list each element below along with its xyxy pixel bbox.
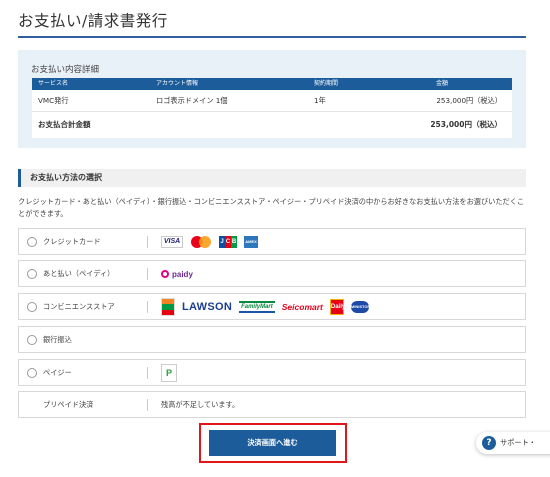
paidy-mark-icon <box>161 270 169 278</box>
ministop-logo: MINISTOP <box>350 301 370 313</box>
payment-method-section-header: お支払い方法の選択 <box>18 169 526 187</box>
radio-button[interactable] <box>27 237 37 247</box>
radio-button[interactable] <box>27 368 37 378</box>
radio-button[interactable] <box>27 302 37 312</box>
payment-option-label: プリペイド決済 <box>43 400 94 409</box>
payment-option-label: クレジットカード <box>43 237 101 246</box>
visa-logo: VISA <box>161 236 183 248</box>
payment-option-prepaid: プリペイド決済 残高が不足しています。 <box>18 391 526 418</box>
table-row: VMC発行 ロゴ表示ドメイン 1個 1年 253,000円（税込） <box>32 90 512 112</box>
help-icon: ? <box>482 436 496 450</box>
divider <box>147 236 148 248</box>
column-header-term: 契約期間 <box>314 80 339 87</box>
lawson-logo: LAWSON <box>182 301 233 313</box>
jcb-logo: JCB <box>219 236 237 248</box>
insufficient-balance-note: 残高が不足しています。 <box>161 400 240 409</box>
page-title: お支払い/請求書発行 <box>18 12 168 30</box>
contract-term: 1年 <box>314 96 326 105</box>
amex-logo: AMEX <box>244 236 258 248</box>
divider <box>147 399 148 411</box>
payment-description: クレジットカード・あと払い（ペイディ）・銀行振込・コンビニエンスストア・ペイジー… <box>18 197 525 218</box>
card-logos: VISA JCB AMEX <box>161 229 258 255</box>
service-name: VMC発行 <box>38 96 69 105</box>
column-header-account: アカウント情報 <box>156 80 199 87</box>
payeasy-logos: P <box>161 360 177 386</box>
payment-option-payeasy[interactable]: ペイジー P <box>18 359 526 386</box>
seven-eleven-logo <box>161 298 175 316</box>
seicomart-logo: Seicomart <box>281 302 323 312</box>
support-widget[interactable]: ? サポート・ <box>476 432 550 454</box>
title-underline <box>18 36 526 38</box>
summary-title: お支払い内容詳細 <box>31 65 100 75</box>
section-title: お支払い方法の選択 <box>30 173 102 182</box>
proceed-to-payment-button[interactable]: 決済画面へ進む <box>209 430 336 456</box>
payment-option-convenience-store[interactable]: コンビニエンスストア LAWSON FamilyMart Seicomart D… <box>18 293 526 320</box>
summary-table: サービス名 アカウント情報 契約期間 金額 VMC発行 ロゴ表示ドメイン 1個 … <box>32 78 512 138</box>
radio-button[interactable] <box>27 335 37 345</box>
paidy-logo: paidy <box>161 270 193 279</box>
payment-option-label: 銀行振込 <box>43 335 72 344</box>
support-label: サポート・ <box>500 438 536 447</box>
daily-yamazaki-logo: Daily <box>329 299 345 315</box>
total-amount: 253,000円（税込） <box>430 120 502 129</box>
payeasy-logo: P <box>161 364 177 382</box>
paidy-logos: paidy <box>161 261 193 287</box>
radio-button[interactable] <box>27 269 37 279</box>
total-label: お支払合計金額 <box>38 120 91 129</box>
column-header-amount: 金額 <box>436 80 449 87</box>
paidy-wordmark: paidy <box>172 269 193 279</box>
summary-table-header: サービス名 アカウント情報 契約期間 金額 <box>32 78 512 90</box>
payment-option-label: コンビニエンスストア <box>43 302 115 311</box>
divider <box>147 268 148 280</box>
payment-option-label: ペイジー <box>43 368 72 377</box>
divider <box>147 367 148 379</box>
payment-option-bank-transfer[interactable]: 銀行振込 <box>18 326 526 353</box>
column-header-service: サービス名 <box>38 80 69 87</box>
payment-option-paidy[interactable]: あと払い（ペイディ） paidy <box>18 260 526 287</box>
account-info: ロゴ表示ドメイン 1個 <box>156 96 228 105</box>
mastercard-logo <box>190 235 212 249</box>
total-row: お支払合計金額 253,000円（税込） <box>32 112 512 138</box>
familymart-logo: FamilyMart <box>239 301 275 313</box>
amount: 253,000円（税込） <box>436 96 502 105</box>
payment-option-label: あと払い（ペイディ） <box>43 269 115 278</box>
divider <box>147 301 148 313</box>
convenience-store-logos: LAWSON FamilyMart Seicomart Daily MINIST… <box>161 294 370 320</box>
payment-summary-panel: お支払い内容詳細 サービス名 アカウント情報 契約期間 金額 VMC発行 ロゴ表… <box>18 50 526 148</box>
payment-option-credit-card[interactable]: クレジットカード VISA JCB AMEX <box>18 228 526 255</box>
